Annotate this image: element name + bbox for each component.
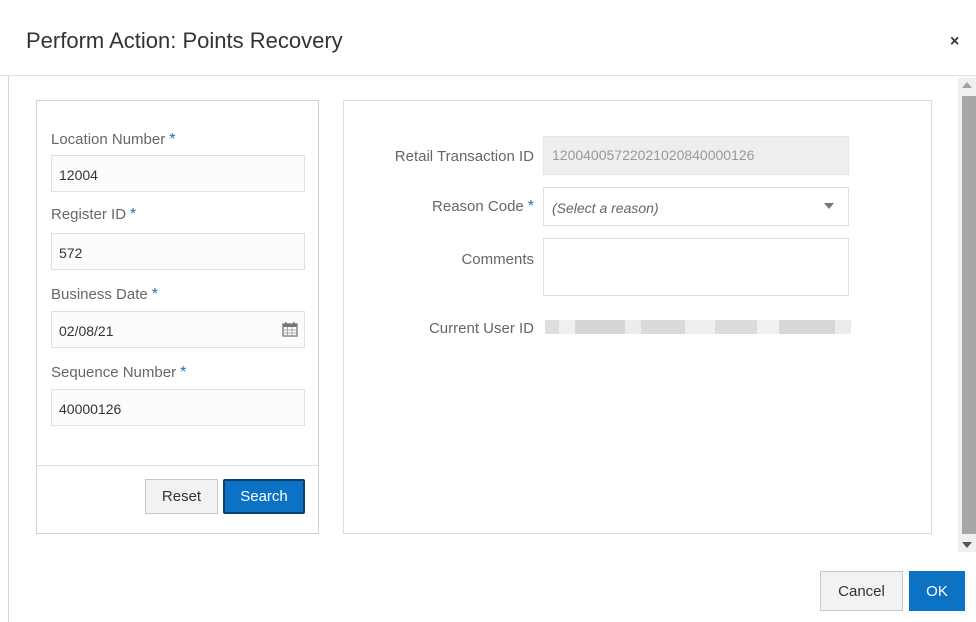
dialog-title: Perform Action: Points Recovery: [26, 28, 343, 53]
sequence-number-label: Sequence Number *: [51, 364, 187, 381]
search-button[interactable]: Search: [223, 479, 305, 514]
calendar-icon[interactable]: [282, 321, 298, 337]
cancel-button[interactable]: Cancel: [820, 571, 903, 611]
dialog-header: Perform Action: Points Recovery ×: [0, 0, 976, 76]
reason-code-placeholder: (Select a reason): [552, 200, 659, 216]
close-icon[interactable]: ×: [950, 33, 959, 51]
business-date-input[interactable]: 02/08/21: [51, 311, 305, 348]
sequence-number-input[interactable]: 40000126: [51, 389, 305, 426]
scroll-down-icon[interactable]: [962, 542, 972, 548]
points-recovery-dialog: Perform Action: Points Recovery × Locati…: [0, 0, 976, 622]
reset-button[interactable]: Reset: [145, 479, 218, 514]
details-panel: Retail Transaction ID 120040057220210208…: [343, 100, 932, 534]
ok-button[interactable]: OK: [909, 571, 965, 611]
dialog-scrollbar[interactable]: [958, 78, 976, 552]
location-number-label: Location Number *: [51, 131, 176, 148]
scroll-thumb[interactable]: [962, 96, 976, 534]
scroll-up-icon[interactable]: [962, 82, 972, 88]
reason-code-select[interactable]: (Select a reason): [543, 187, 849, 226]
current-user-id-redacted: [545, 320, 851, 334]
business-date-value: 02/08/21: [59, 323, 114, 339]
business-date-label: Business Date *: [51, 286, 158, 303]
comments-label: Comments: [461, 251, 534, 268]
chevron-down-icon[interactable]: [824, 203, 834, 209]
dialog-left-border: [8, 76, 9, 622]
reason-code-label: Reason Code *: [432, 198, 534, 215]
panel-divider: [37, 465, 318, 466]
register-id-label: Register ID *: [51, 206, 137, 223]
register-id-input[interactable]: 572: [51, 233, 305, 270]
retail-transaction-id-label: Retail Transaction ID: [394, 148, 534, 165]
search-panel: Location Number * 12004 Register ID * 572 …: [36, 100, 319, 534]
location-number-input[interactable]: 12004: [51, 155, 305, 192]
current-user-id-label: Current User ID: [428, 320, 534, 337]
retail-transaction-id-field: 120040057220210208400001​26: [543, 136, 849, 175]
comments-textarea[interactable]: [543, 238, 849, 296]
